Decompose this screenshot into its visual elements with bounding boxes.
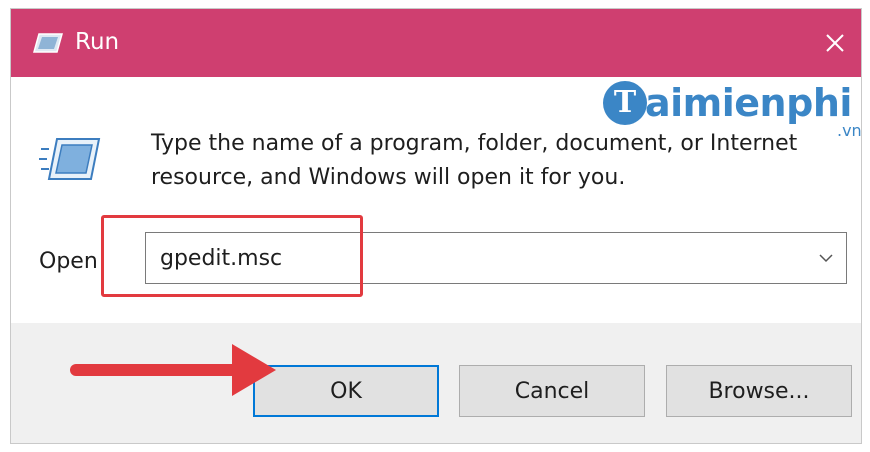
open-label: Open xyxy=(39,249,98,274)
arrow-annotation xyxy=(70,344,276,396)
close-button[interactable] xyxy=(809,9,861,77)
browse-button[interactable]: Browse... xyxy=(666,365,852,417)
run-icon xyxy=(33,33,63,53)
watermark-logo: T xyxy=(603,81,647,125)
run-icon xyxy=(39,138,101,180)
chevron-down-icon xyxy=(819,254,833,263)
watermark-text: aimienphi xyxy=(645,81,852,125)
close-icon xyxy=(826,34,844,52)
dropdown-button[interactable] xyxy=(806,233,846,283)
watermark-logo-letter: T xyxy=(613,85,637,120)
title-bar: Run xyxy=(11,9,861,77)
description-text: Type the name of a program, folder, docu… xyxy=(151,131,798,190)
highlight-box xyxy=(101,215,363,297)
ok-button[interactable]: OK xyxy=(253,365,439,417)
cancel-button[interactable]: Cancel xyxy=(459,365,645,417)
window-title: Run xyxy=(75,29,120,55)
